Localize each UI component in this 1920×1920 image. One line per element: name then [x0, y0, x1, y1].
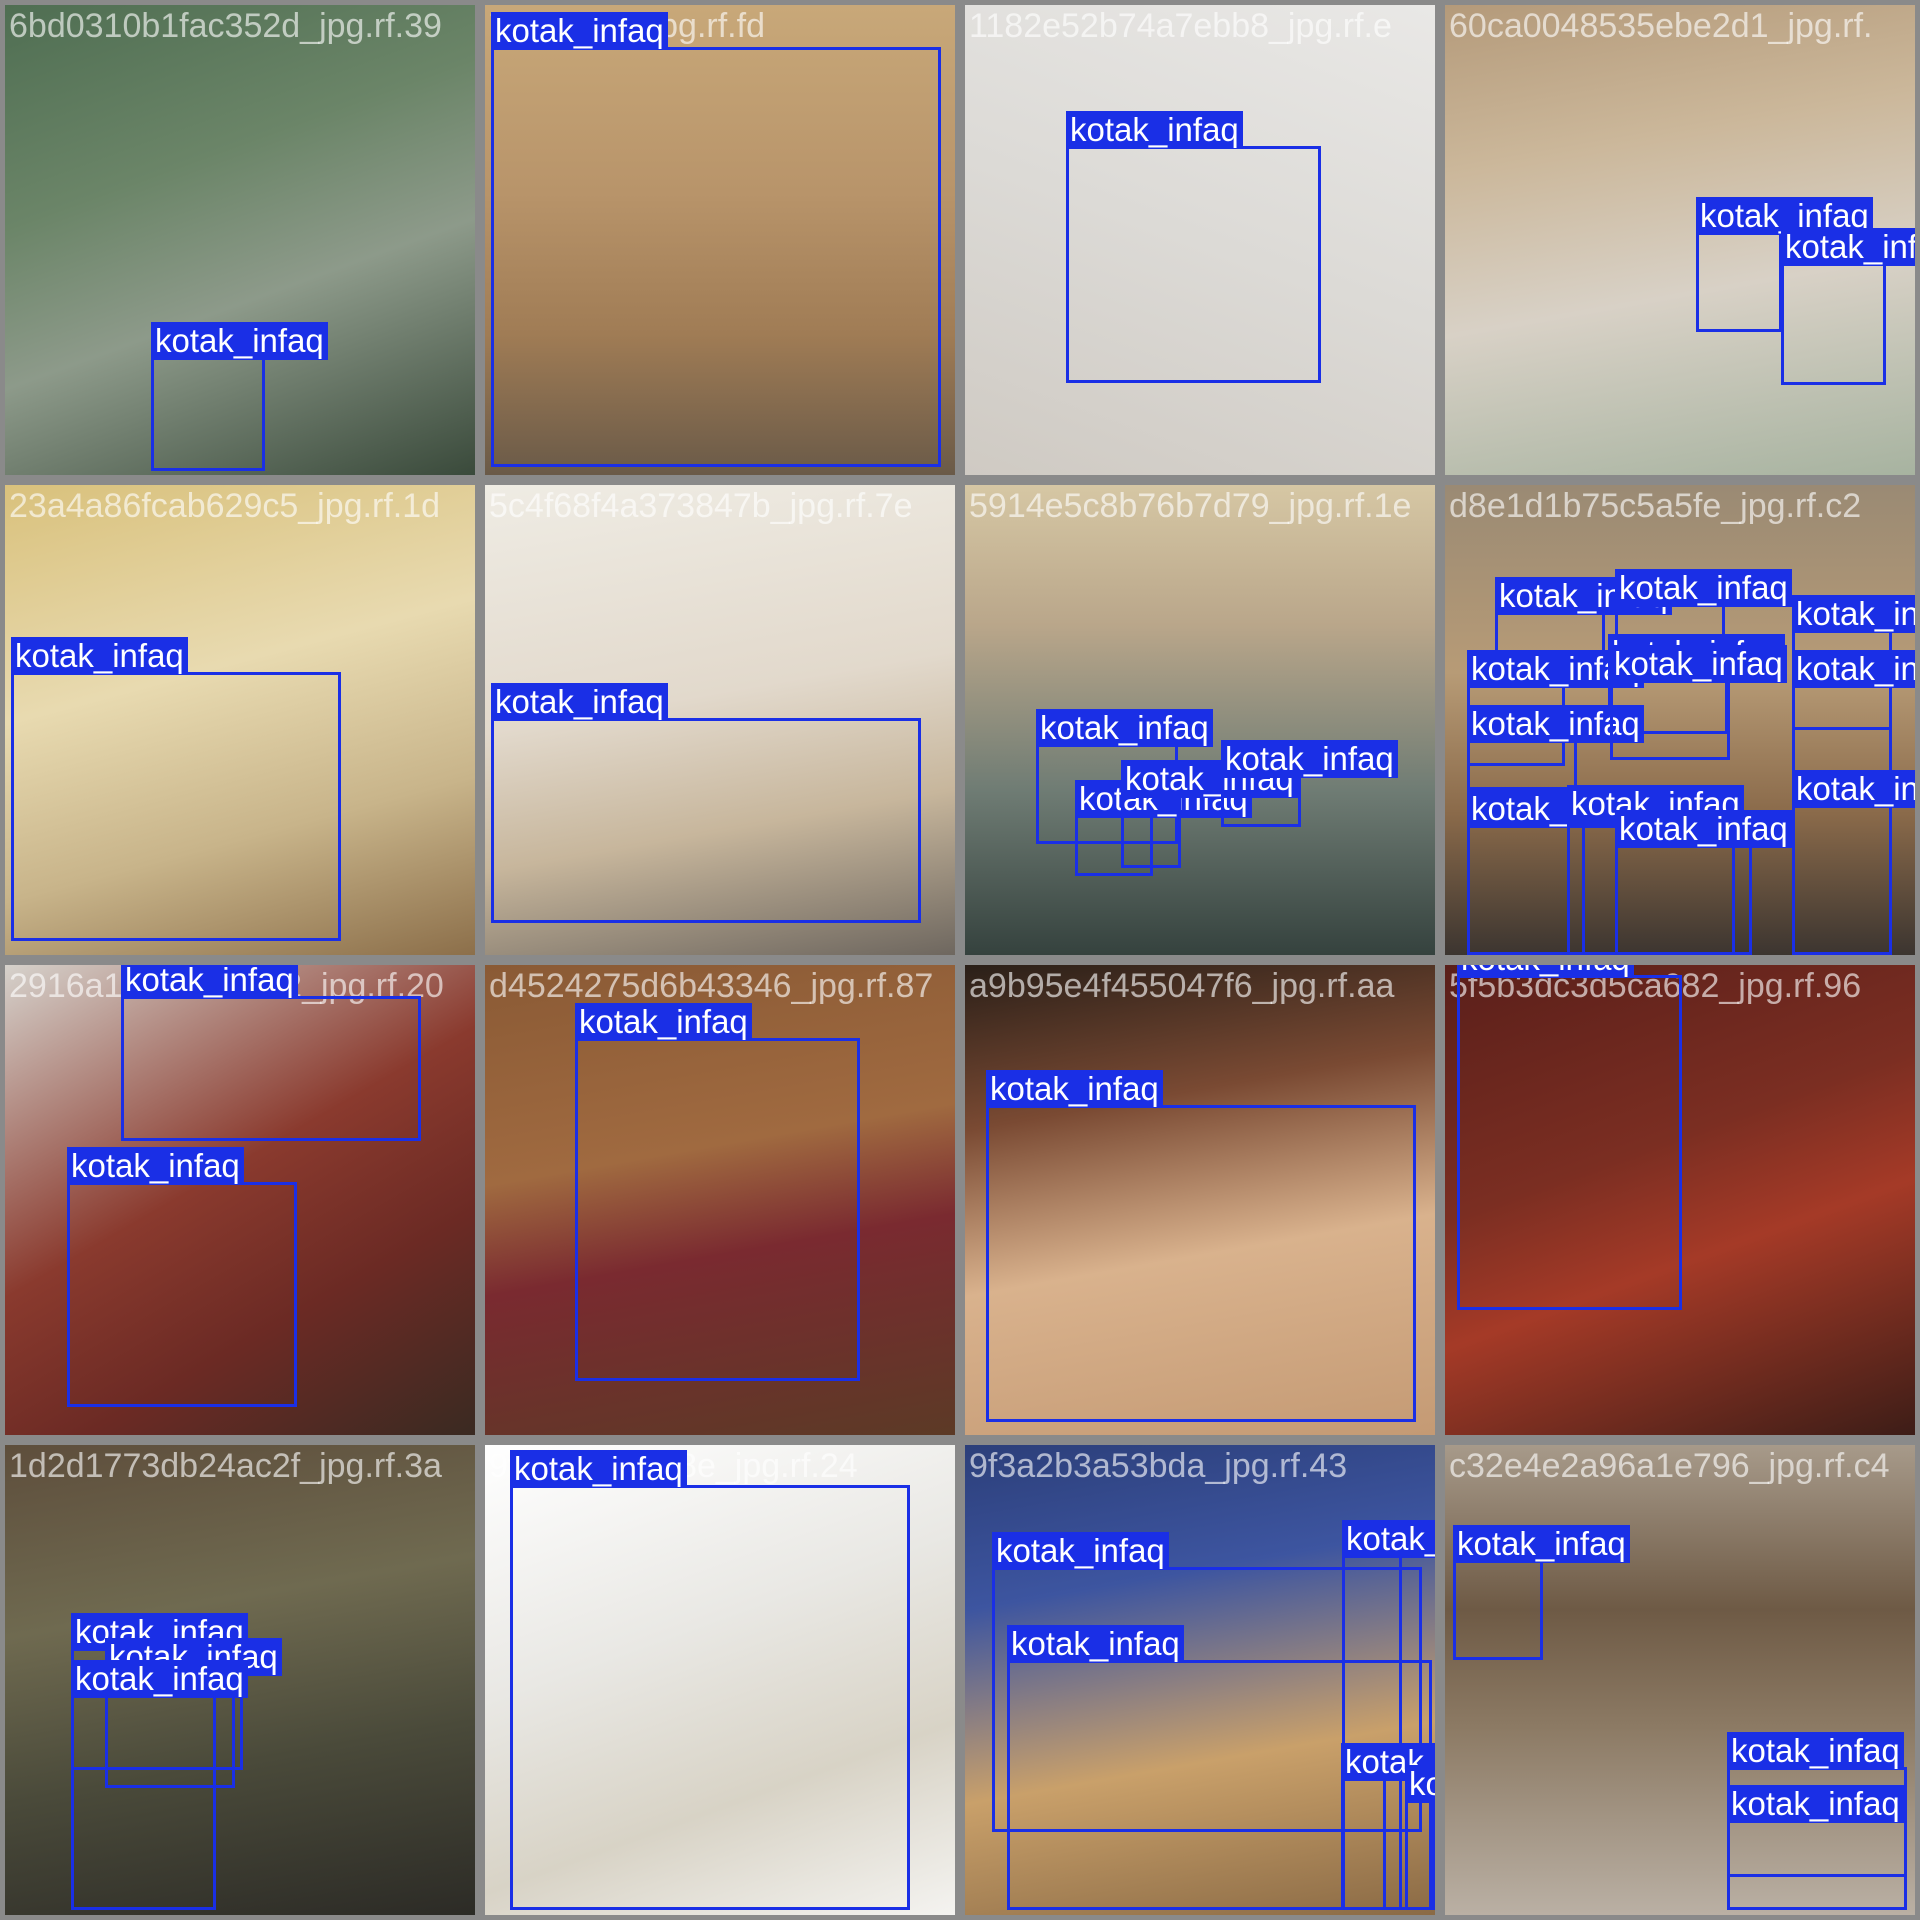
bounding-box-label: kotak_infaq — [1405, 1765, 1435, 1803]
tile-filename: 60ca0048535ebe2d1_jpg.rf. — [1449, 7, 1873, 45]
bounding-box-label: kotak_infaq — [1615, 569, 1792, 607]
bounding-box-label: kotak_infaq — [1610, 645, 1787, 683]
bounding-box: kotak_infaq — [491, 12, 941, 467]
bounding-box: kotak_infaq — [1727, 1785, 1907, 1910]
bounding-box: kotak_infaq — [71, 1660, 248, 1910]
mosaic-tile: 9f3a2b3a53bda_jpg.rf.43 kotak_infaq kotak_… — [965, 1445, 1435, 1915]
bounding-box: kotak_infaq — [151, 322, 328, 471]
bounding-box-label: kotak_infaq — [121, 965, 298, 999]
bounding-box: kotak_infaq — [1121, 760, 1298, 868]
bounding-box-label: kotak_infaq — [491, 12, 668, 50]
mosaic-tile: 9f42e7a7f668e_jpg.rf.24kotak_infaq — [485, 1445, 955, 1915]
bounding-box-label: kotak_infaq — [1457, 965, 1634, 978]
bounding-box-label: kotak_infaq — [510, 1450, 687, 1488]
bounding-box: kotak_infaq — [11, 637, 341, 941]
bounding-box-label: kotak_infaq — [986, 1070, 1163, 1108]
bounding-box: kotak_infaq — [67, 1147, 297, 1407]
bounding-box-label: kotak_infaq — [1615, 810, 1792, 848]
tile-filename: 1182e52b74a7ebb8_jpg.rf.e — [969, 7, 1392, 45]
tile-filename: c32e4e2a96a1e796_jpg.rf.c4 — [1449, 1447, 1890, 1485]
bounding-box-label: kotak_infaq — [151, 322, 328, 360]
bounding-box: kotak_infaq — [1610, 645, 1787, 760]
mosaic-tile: 5914e5c8b76b7d79_jpg.rf.1e kotak_infaq kot… — [965, 485, 1435, 955]
bounding-box-label: kotak_infaq — [992, 1532, 1169, 1570]
mosaic-tile: 7566-189_jpg.rf.fdkotak_infaq — [485, 5, 955, 475]
bounding-box-label: kotak_infaq — [1342, 1520, 1435, 1558]
bounding-box-label: kotak_infaq — [1781, 228, 1915, 266]
tile-filename: d4524275d6b43346_jpg.rf.87 — [489, 967, 934, 1005]
tile-filename: 6bd0310b1fac352d_jpg.rf.39 — [9, 7, 442, 45]
bounding-box: kotak_infaq — [1066, 111, 1321, 383]
detection-mosaic: 6bd0310b1fac352d_jpg.rf.39kotak_infaq756… — [0, 0, 1920, 1920]
bounding-box-label: kotak_infaq — [1792, 770, 1915, 808]
bounding-box-label: kotak_infaq — [11, 637, 188, 675]
bounding-box-label: kotak_infaq — [67, 1147, 244, 1185]
mosaic-tile: d8e1d1b75c5a5fe_jpg.rf.c2 kotak_infaq kota… — [1445, 485, 1915, 955]
tile-filename: 5c4f68f4a373847b_jpg.rf.7e — [489, 487, 913, 525]
bounding-box-label: kotak_infaq — [1221, 740, 1398, 778]
mosaic-tile: 5c4f68f4a373847b_jpg.rf.7e kotak_infaq — [485, 485, 955, 955]
tile-filename: 23a4a86fcab629c5_jpg.rf.1d — [9, 487, 441, 525]
bounding-box: kotak_infaq — [1341, 1743, 1435, 1910]
bounding-box-label: kotak_infaq — [1727, 1785, 1904, 1823]
bounding-box: kotak_infaq — [1696, 197, 1873, 332]
bounding-box-label: kotak_infaq — [1453, 1525, 1630, 1563]
bounding-box-label: kotak_infaq — [491, 683, 668, 721]
mosaic-tile: a9b95e4f455047f6_jpg.rf.aa kotak_infaq — [965, 965, 1435, 1435]
mosaic-tile: d4524275d6b43346_jpg.rf.87 kotak_infaq — [485, 965, 955, 1435]
mosaic-tile: 2916a1925a5307f2_jpg.rf.20kotak_infaqkot… — [5, 965, 475, 1435]
bounding-box-label: kotak_infaq — [1007, 1625, 1184, 1663]
bounding-box: kotak_infaq — [510, 1450, 910, 1910]
mosaic-tile: 60ca0048535ebe2d1_jpg.rf. kotak_infaq kota… — [1445, 5, 1915, 475]
tile-filename: 1d2d1773db24ac2f_jpg.rf.3a — [9, 1447, 442, 1485]
bounding-box: kotak_infaq — [1405, 1765, 1435, 1910]
bounding-box: kotak_infaq — [1615, 810, 1792, 955]
bounding-box-label: kotak_infaq — [1792, 650, 1915, 688]
bounding-box: kotak_infaq — [575, 1003, 860, 1381]
bounding-box: kotak_infaq — [121, 965, 421, 1141]
bounding-box: kotak_infaq — [491, 683, 921, 923]
bounding-box: kotak_infaq — [1792, 770, 1915, 955]
mosaic-tile: c32e4e2a96a1e796_jpg.rf.c4 kotak_infaq kot… — [1445, 1445, 1915, 1915]
bounding-box-label: kotak_infaq — [575, 1003, 752, 1041]
tile-filename: 5914e5c8b76b7d79_jpg.rf.1e — [969, 487, 1412, 525]
bounding-box-label: kotak_infaq — [1036, 709, 1213, 747]
bounding-box-label: kotak_infaq — [1727, 1732, 1904, 1770]
mosaic-tile: 1d2d1773db24ac2f_jpg.rf.3a kotak_infaq kot… — [5, 1445, 475, 1915]
bounding-box-label: kotak_infaq — [1792, 595, 1915, 633]
tile-filename: d8e1d1b75c5a5fe_jpg.rf.c2 — [1449, 487, 1862, 525]
tile-filename: 9f3a2b3a53bda_jpg.rf.43 — [969, 1447, 1348, 1485]
bounding-box-label: kotak_infaq — [1066, 111, 1243, 149]
bounding-box: kotak_infaq — [1467, 705, 1644, 790]
bounding-box: kotak_infaq — [1453, 1525, 1630, 1660]
mosaic-tile: 23a4a86fcab629c5_jpg.rf.1dkotak_infaqkot… — [5, 485, 475, 955]
bounding-box: kotak_infaq — [1221, 740, 1398, 827]
mosaic-tile: 6bd0310b1fac352d_jpg.rf.39 kotak_infaq — [5, 5, 475, 475]
bounding-box: kotak_infaq — [986, 1070, 1416, 1422]
bounding-box-label: kotak_infaq — [71, 1660, 248, 1698]
bounding-box: kotak_infaq — [1457, 965, 1682, 1310]
mosaic-tile: 1182e52b74a7ebb8_jpg.rf.e kotak_infaq — [965, 5, 1435, 475]
tile-filename: a9b95e4f455047f6_jpg.rf.aa — [969, 967, 1395, 1005]
bounding-box: kotak_infaq — [1781, 228, 1915, 385]
mosaic-tile: 5f5b3dc3d5ca682_jpg.rf.96kotak_infaq — [1445, 965, 1915, 1435]
